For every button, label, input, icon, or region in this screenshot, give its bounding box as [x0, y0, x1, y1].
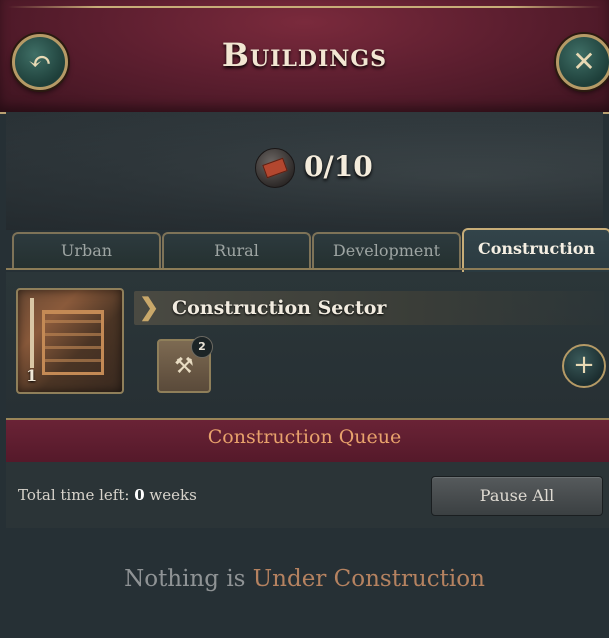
- buildings-window: Buildings ↶ ✕ 0/10 Urban Rural Developme…: [0, 0, 609, 638]
- back-arrow-icon: ↶: [28, 45, 52, 78]
- queue-title: Construction Queue: [207, 426, 402, 448]
- pause-all-button[interactable]: Pause All: [431, 476, 603, 516]
- sector-level: 1: [26, 366, 38, 385]
- tab-development[interactable]: Development: [312, 232, 461, 270]
- tab-urban[interactable]: Urban: [12, 232, 161, 270]
- chevron-right-icon[interactable]: ❯: [139, 295, 159, 319]
- plus-icon: +: [573, 350, 595, 380]
- worker-hat-icon: ⚒: [174, 353, 194, 379]
- close-button[interactable]: ✕: [556, 34, 609, 90]
- add-building-button[interactable]: +: [562, 344, 606, 388]
- scaffold-graphic: [42, 310, 104, 375]
- sector-name: Construction Sector: [172, 297, 387, 319]
- time-left-unit: weeks: [149, 486, 197, 504]
- time-left-value: 0: [134, 486, 145, 504]
- category-tabs: Urban Rural Development Construction: [12, 228, 609, 272]
- crane-graphic: [30, 298, 34, 368]
- construction-brick-icon: [255, 148, 295, 188]
- tab-construction[interactable]: Construction: [462, 228, 609, 272]
- time-left-text: Total time left:: [18, 486, 130, 504]
- slot-count-badge: 2: [191, 336, 213, 358]
- tab-divider: [6, 268, 609, 270]
- back-button[interactable]: ↶: [12, 34, 68, 90]
- empty-queue-message: Nothing is Under Construction: [0, 566, 609, 592]
- empty-highlight: Under Construction: [252, 566, 485, 592]
- empty-prefix: Nothing is: [124, 566, 246, 592]
- tab-rural[interactable]: Rural: [162, 232, 311, 270]
- window-title: Buildings: [221, 36, 388, 74]
- close-icon: ✕: [572, 45, 596, 78]
- time-left-label: Total time left: 0 weeks: [18, 486, 197, 504]
- construction-capacity: 0/10: [304, 150, 373, 183]
